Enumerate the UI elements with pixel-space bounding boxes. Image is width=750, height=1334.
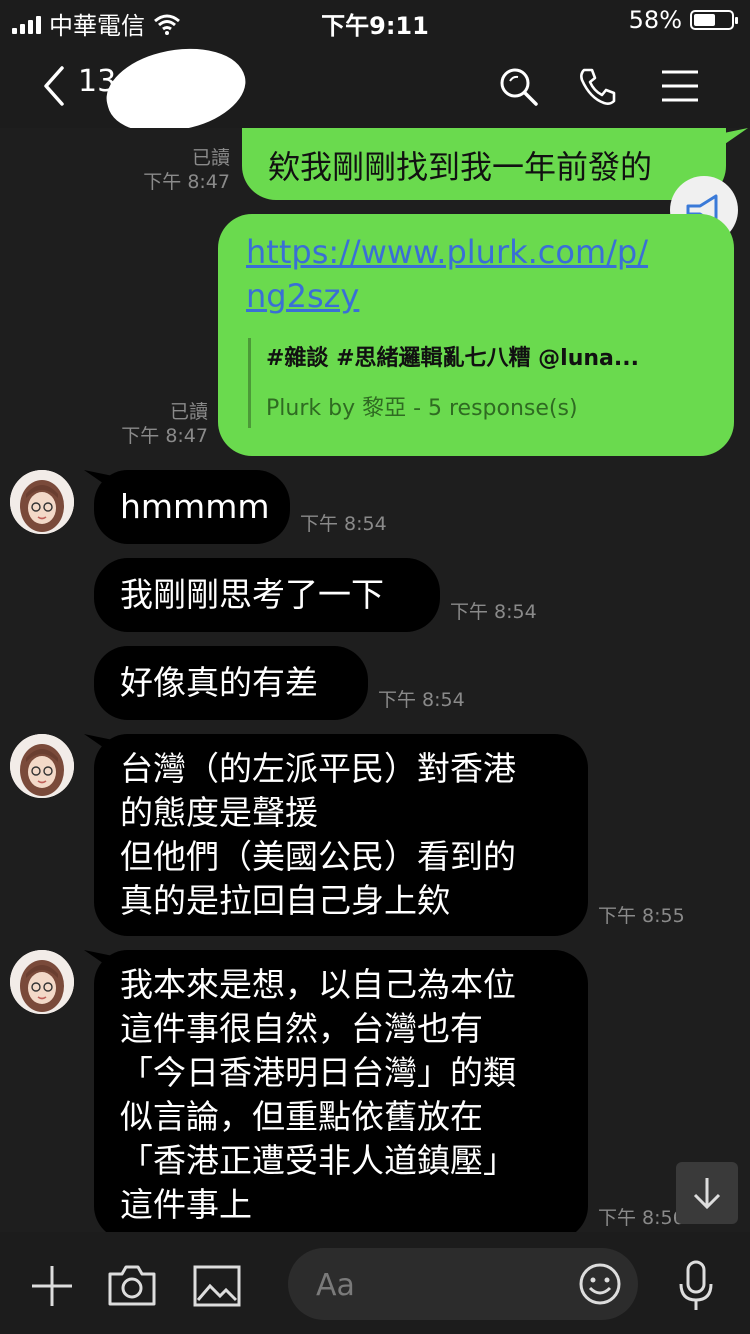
status-right: 58% <box>628 6 738 34</box>
search-icon[interactable] <box>496 64 540 108</box>
message-line: 這件事很自然，台灣也有 <box>120 1009 483 1048</box>
phone-icon[interactable] <box>576 64 620 108</box>
message-line: 真的是拉回自己身上欸 <box>120 881 450 920</box>
incoming-message[interactable]: 我剛剛思考了一下 <box>94 558 440 632</box>
composer-bar <box>0 1232 750 1334</box>
read-receipt: 已讀 <box>191 147 230 169</box>
outgoing-link-message[interactable]: https://www.plurk.com/p/ ng2szy #雜談 #思緒邏… <box>218 214 734 456</box>
outgoing-message[interactable]: 欸我剛剛找到我一年前發的 <box>242 128 726 200</box>
message-text: hmmmm <box>120 487 270 526</box>
message-text: 欸我剛剛找到我一年前發的 <box>268 148 653 186</box>
battery-icon <box>690 10 738 30</box>
message-text: 我本來是想，以自己為本位 這件事很自然，台灣也有 「今日香港明日台灣」的類 似言… <box>120 963 516 1227</box>
camera-icon[interactable] <box>106 1262 158 1308</box>
message-line: 我本來是想，以自己為本位 <box>120 965 516 1004</box>
chat-messages[interactable]: 已讀 下午 8:47 欸我剛剛找到我一年前發的 已讀 下午 8:47 https… <box>0 128 750 1232</box>
incoming-message[interactable]: 好像真的有差 <box>94 646 368 720</box>
message-input[interactable] <box>314 1248 568 1322</box>
message-meta: 已讀 下午 8:47 <box>130 146 230 194</box>
message-time: 下午 8:47 <box>121 425 208 447</box>
link-url-line2: ng2szy <box>246 277 360 315</box>
message-text: 台灣（的左派平民）對香港 的態度是聲援 但他們（美國公民）看到的 真的是拉回自己… <box>120 747 516 923</box>
message-meta: 已讀 下午 8:47 <box>108 400 208 448</box>
message-time: 下午 8:54 <box>300 513 387 535</box>
avatar-portrait <box>10 734 74 798</box>
message-text: 我剛剛思考了一下 <box>120 575 384 614</box>
menu-icon[interactable] <box>658 64 702 108</box>
message-line: 的態度是聲援 <box>120 793 318 832</box>
plus-icon[interactable] <box>28 1262 76 1310</box>
incoming-message[interactable]: 台灣（的左派平民）對香港 的態度是聲援 但他們（美國公民）看到的 真的是拉回自己… <box>94 734 588 936</box>
incoming-message[interactable]: hmmmm <box>94 470 290 544</box>
message-line: 台灣（的左派平民）對香港 <box>120 749 516 788</box>
message-line: 「香港正遭受非人道鎮壓」 <box>120 1141 516 1180</box>
message-time: 下午 8:54 <box>450 601 537 623</box>
link-url[interactable]: https://www.plurk.com/p/ ng2szy <box>246 230 648 318</box>
back-chevron-icon[interactable] <box>38 62 78 110</box>
avatar[interactable] <box>10 470 74 534</box>
link-url-line1: https://www.plurk.com/p/ <box>246 233 649 271</box>
scroll-down-button[interactable] <box>676 1162 738 1224</box>
message-text: 好像真的有差 <box>120 663 318 702</box>
link-preview-title[interactable]: #雜談 #思緒邏輯亂七八糟 @luna... <box>266 340 639 372</box>
avatar-portrait <box>10 950 74 1014</box>
chat-header: 13 <box>0 34 750 146</box>
message-time: 下午 8:54 <box>378 689 465 711</box>
mic-icon[interactable] <box>676 1258 716 1314</box>
message-line: 但他們（美國公民）看到的 <box>120 837 516 876</box>
read-receipt: 已讀 <box>169 401 208 423</box>
status-bar: 中華電信 下午9:11 58% <box>0 0 750 44</box>
message-line: 這件事上 <box>120 1185 252 1224</box>
avatar-portrait <box>10 470 74 534</box>
message-time: 下午 8:47 <box>143 171 230 193</box>
preview-divider <box>248 338 251 428</box>
avatar[interactable] <box>10 950 74 1014</box>
battery-percent: 58% <box>628 6 682 34</box>
image-icon[interactable] <box>192 1264 242 1308</box>
avatar[interactable] <box>10 734 74 798</box>
link-preview-subtitle: Plurk by 黎亞 - 5 response(s) <box>266 396 578 421</box>
message-input-wrapper <box>288 1248 638 1322</box>
incoming-message[interactable]: 我本來是想，以自己為本位 這件事很自然，台灣也有 「今日香港明日台灣」的類 似言… <box>94 950 588 1232</box>
message-line: 「今日香港明日台灣」的類 <box>120 1053 516 1092</box>
scroll-down-icon <box>693 1178 721 1210</box>
message-line: 似言論，但重點依舊放在 <box>120 1097 483 1136</box>
emoji-icon[interactable] <box>578 1262 622 1306</box>
message-time: 下午 8:56 <box>598 1207 685 1229</box>
message-time: 下午 8:55 <box>598 905 685 927</box>
